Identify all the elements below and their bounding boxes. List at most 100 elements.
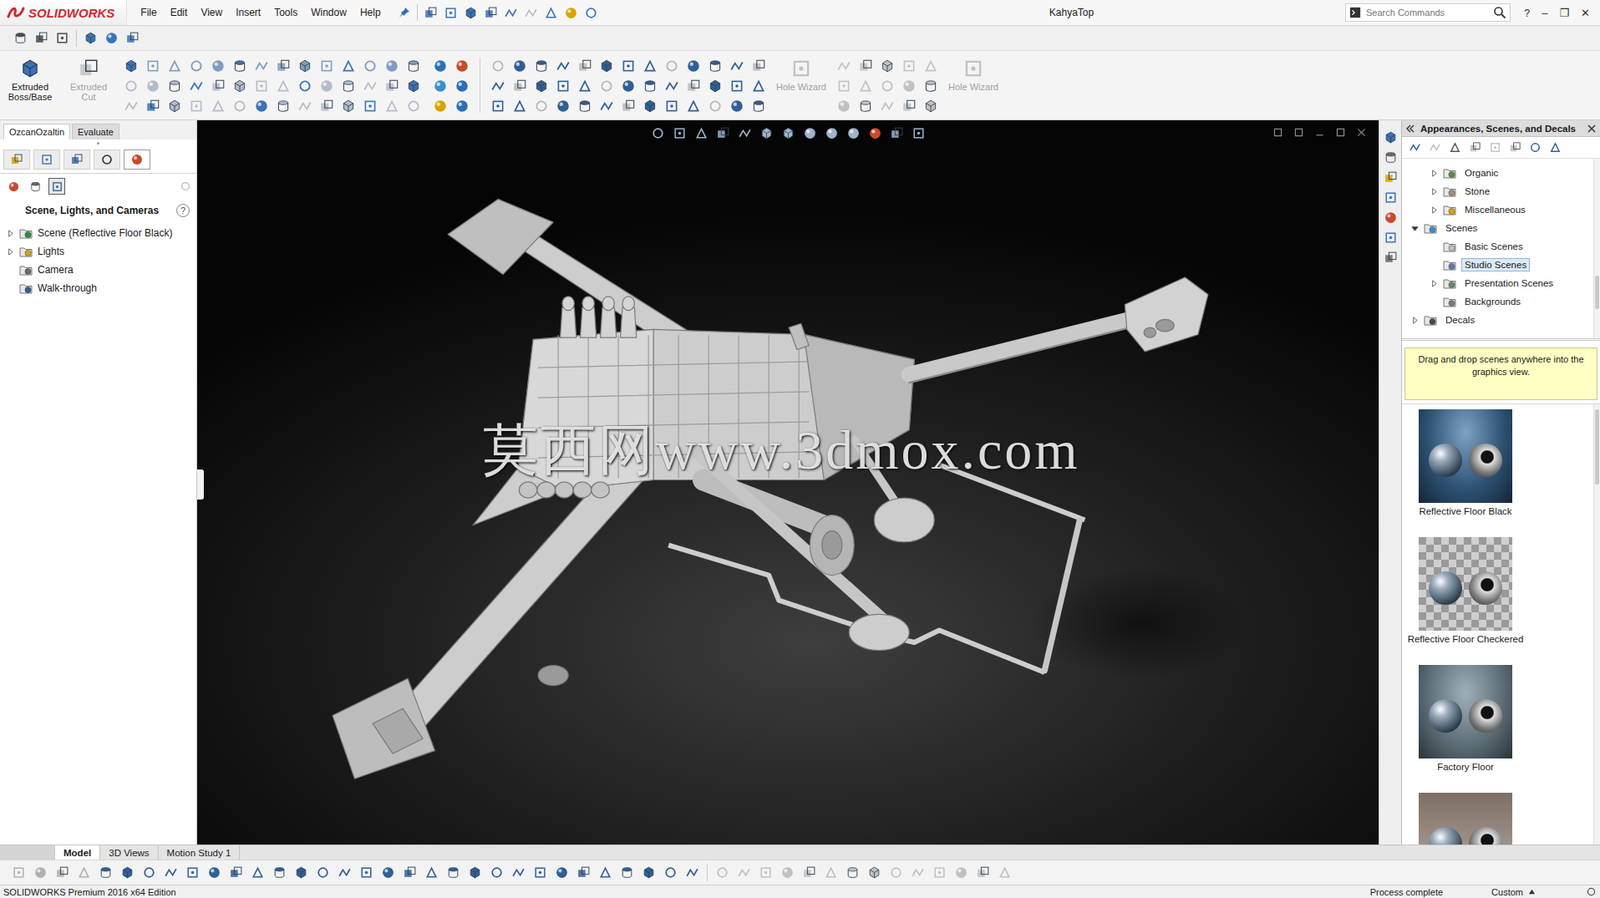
tool-icon[interactable] — [599, 98, 615, 114]
tree-label[interactable]: Miscellaneous — [1461, 203, 1529, 217]
view-tool-icon[interactable] — [824, 126, 839, 141]
tool-icon[interactable] — [620, 98, 636, 114]
view-tool-icon[interactable] — [716, 126, 731, 141]
tool-icon[interactable] — [380, 865, 396, 880]
tool-icon[interactable] — [577, 58, 593, 74]
explorer-icon[interactable] — [1383, 190, 1398, 205]
tool-icon[interactable] — [11, 865, 26, 880]
display-tab[interactable] — [26, 177, 44, 195]
tool-icon[interactable] — [858, 78, 874, 94]
tab-scroll[interactable] — [0, 845, 56, 860]
model-render[interactable] — [197, 120, 1379, 845]
tool-icon[interactable] — [123, 58, 139, 74]
tool-icon[interactable] — [210, 58, 226, 74]
tool-icon[interactable] — [729, 98, 745, 114]
tree-label[interactable]: Walk-through — [37, 282, 97, 295]
tool-icon[interactable] — [55, 865, 70, 880]
tree-item[interactable]: Camera — [5, 260, 197, 280]
tool-icon[interactable] — [467, 865, 483, 880]
feature-icon[interactable] — [962, 57, 985, 80]
tool-icon[interactable] — [362, 78, 378, 94]
tree-label[interactable]: Studio Scenes — [1461, 258, 1530, 272]
rebuild-icon[interactable] — [563, 5, 579, 21]
expander[interactable] — [1409, 223, 1420, 234]
tool-icon[interactable] — [489, 865, 504, 880]
appearance-icon[interactable] — [432, 98, 448, 114]
display-tab[interactable] — [5, 177, 22, 195]
menu-item[interactable]: Tools — [267, 3, 305, 22]
view-tool-icon[interactable] — [737, 126, 752, 141]
tree-label[interactable]: Scene (Reflective Floor Black) — [37, 227, 173, 239]
tool-icon[interactable] — [167, 58, 183, 74]
scroll-thumb[interactable] — [1594, 409, 1600, 485]
tree-item[interactable]: Basic Scenes — [1401, 237, 1592, 256]
restore-icon[interactable] — [1335, 126, 1347, 138]
tool-icon[interactable] — [533, 78, 549, 94]
panel-tab[interactable] — [123, 149, 151, 170]
tool-icon[interactable] — [901, 98, 917, 114]
tool-icon[interactable] — [123, 78, 139, 94]
tool-icon[interactable] — [362, 58, 378, 74]
sketch-tool-icon[interactable] — [758, 865, 773, 880]
tool-icon[interactable] — [555, 58, 571, 74]
tree-label[interactable]: Lights — [37, 245, 65, 258]
tool-icon[interactable] — [599, 58, 615, 74]
tool-icon[interactable] — [619, 865, 635, 880]
tree-item[interactable]: Organic — [1401, 163, 1592, 183]
appearances-icon[interactable] — [1383, 210, 1398, 225]
thumbnail-image[interactable] — [1418, 537, 1513, 631]
tree-label[interactable]: Organic — [1461, 166, 1502, 180]
tree-item[interactable]: Stone — [1401, 182, 1592, 201]
sketch-tool-icon[interactable] — [888, 865, 904, 880]
scene-thumbnail[interactable] — [1401, 792, 1529, 845]
menu-item[interactable]: View — [193, 3, 229, 22]
tool-icon[interactable] — [406, 98, 422, 114]
tool-icon[interactable] — [923, 78, 939, 94]
ribbon-button[interactable]: Extruded Cut — [61, 54, 116, 120]
menu-item[interactable]: Help — [353, 3, 388, 22]
tool-icon[interactable] — [555, 78, 571, 94]
library-icon[interactable] — [1383, 170, 1398, 185]
sketch-tool-icon[interactable] — [910, 865, 925, 880]
pin-icon[interactable] — [397, 5, 412, 20]
tool-icon[interactable] — [707, 98, 723, 114]
view-tool-icon[interactable] — [889, 126, 905, 141]
home-icon[interactable] — [1383, 130, 1398, 145]
tool-icon[interactable] — [642, 58, 658, 74]
tool-icon[interactable] — [836, 58, 852, 74]
appearance-icon[interactable] — [454, 98, 470, 114]
expander[interactable] — [1428, 186, 1439, 197]
tool-icon[interactable] — [362, 98, 378, 114]
tool-icon[interactable] — [685, 78, 701, 94]
camera-icon[interactable] — [55, 30, 70, 46]
tool-icon[interactable] — [275, 78, 291, 94]
tree-item[interactable]: Miscellaneous — [1401, 200, 1592, 219]
tool-icon[interactable] — [664, 98, 680, 114]
tool-icon[interactable] — [490, 58, 506, 74]
scene-thumbnail[interactable]: Reflective Floor Checkered — [1401, 537, 1529, 645]
save-icon[interactable] — [463, 5, 478, 21]
command-tab[interactable]: OzcanOzaltin — [3, 123, 71, 140]
menu-item[interactable]: Insert — [228, 3, 268, 22]
tool-icon[interactable] — [598, 865, 613, 880]
ribbon-button[interactable]: Hole Wizard — [946, 54, 1001, 120]
tool-icon[interactable] — [664, 78, 680, 94]
tool-icon[interactable] — [297, 58, 313, 74]
thumbnail-label[interactable]: Reflective Floor Checkered — [1407, 634, 1524, 645]
panel-tab[interactable] — [93, 149, 121, 170]
decals-icon[interactable] — [29, 180, 42, 194]
expander[interactable] — [1428, 204, 1439, 215]
view-tool-icon[interactable] — [802, 126, 818, 141]
sketch-tool-icon[interactable] — [780, 865, 795, 880]
camera-icon[interactable] — [34, 30, 49, 46]
tool-icon[interactable] — [576, 865, 591, 880]
ribbon-button[interactable]: Extruded Boss/Base — [3, 54, 57, 120]
property-icon[interactable] — [40, 152, 54, 167]
bottom-tab[interactable]: 3D Views — [100, 845, 158, 860]
menu-item[interactable]: Edit — [163, 3, 195, 22]
tool-icon[interactable] — [751, 78, 767, 94]
tool-icon[interactable] — [923, 58, 939, 74]
display-icon[interactable] — [130, 152, 144, 167]
tool-icon[interactable] — [836, 78, 852, 94]
tool-icon[interactable] — [120, 865, 135, 880]
